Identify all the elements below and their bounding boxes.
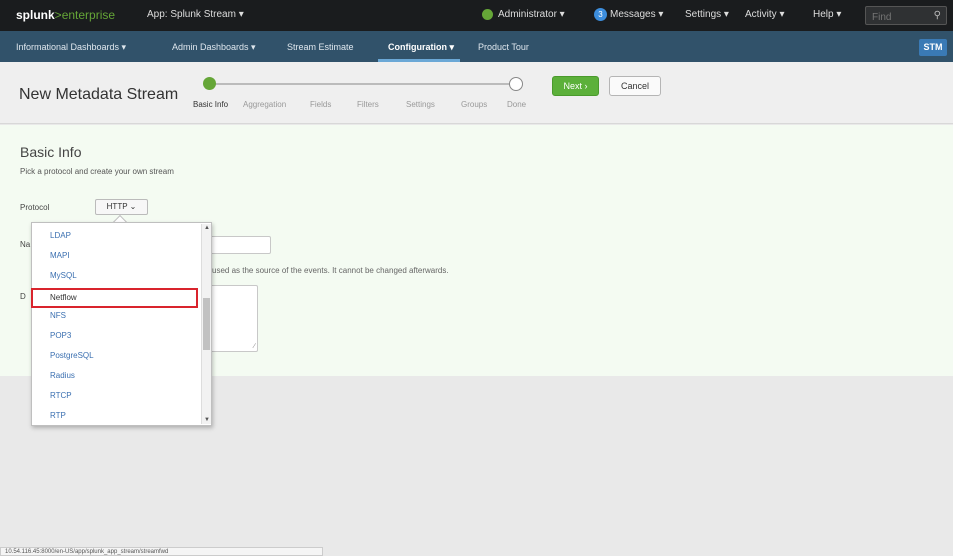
wizard-progress-line — [209, 83, 516, 85]
app-nav-bar: Informational Dashboards ▾ Admin Dashboa… — [0, 31, 953, 62]
description-field[interactable]: ∕ — [207, 285, 258, 352]
section-title: Basic Info — [20, 144, 82, 160]
dropdown-scrollbar[interactable]: ▲ ▼ — [201, 224, 211, 424]
nav-admin-dashboards[interactable]: Admin Dashboards ▾ — [172, 42, 256, 53]
nav-product-tour[interactable]: Product Tour — [478, 42, 529, 52]
messages-menu[interactable]: Messages ▾ — [610, 9, 663, 20]
protocol-dropdown-list: LDAP MAPI MySQL Netflow NFS POP3 Postgre… — [31, 222, 212, 426]
wizard-step-filters: Filters — [357, 100, 379, 109]
dropdown-item-netflow[interactable]: Netflow — [31, 288, 198, 308]
activity-menu[interactable]: Activity ▾ — [745, 9, 784, 20]
protocol-select[interactable]: HTTP ⌄ — [95, 199, 148, 215]
dropdown-item-pop3[interactable]: POP3 — [33, 326, 200, 346]
scroll-down-icon[interactable]: ▼ — [202, 417, 212, 423]
messages-count-badge: 3 — [594, 8, 607, 21]
resize-handle-icon[interactable]: ∕ — [254, 343, 255, 350]
protocol-label: Protocol — [20, 203, 50, 212]
wizard-step-done: Done — [507, 100, 527, 109]
logo-text-splunk: splunk — [16, 8, 55, 22]
dropdown-item-ldap[interactable]: LDAP — [33, 226, 200, 246]
app-menu[interactable]: App: Splunk Stream ▾ — [147, 9, 244, 20]
browser-status-url: 10.54.116.45:8000/en-US/app/splunk_app_s… — [0, 547, 323, 556]
nav-configuration[interactable]: Configuration ▾ — [388, 42, 454, 53]
wizard-step-fields: Fields — [310, 100, 332, 109]
user-status-icon — [482, 9, 493, 20]
dropdown-item-nfs[interactable]: NFS — [33, 306, 200, 326]
dropdown-item-postgresql[interactable]: PostgreSQL — [33, 346, 200, 366]
splunk-logo[interactable]: splunk>enterprise — [16, 8, 115, 22]
app-badge: STM — [919, 39, 947, 56]
nav-informational-dashboards[interactable]: Informational Dashboards ▾ — [16, 42, 126, 53]
dropdown-item-mysql[interactable]: MySQL — [33, 266, 200, 286]
dropdown-item-rtcp[interactable]: RTCP — [33, 386, 200, 406]
find-box: ⚲ — [865, 6, 947, 26]
next-button[interactable]: Next › — [552, 76, 599, 96]
name-field[interactable] — [207, 236, 271, 254]
wizard-step-settings: Settings — [406, 100, 435, 109]
logo-chevron: > — [54, 8, 62, 22]
nav-stream-estimate[interactable]: Stream Estimate — [287, 42, 354, 52]
administrator-menu[interactable]: Administrator ▾ — [498, 9, 565, 20]
settings-menu[interactable]: Settings ▾ — [685, 9, 729, 20]
wizard-header: New Metadata Stream Basic Info Aggregati… — [0, 62, 953, 124]
cancel-button[interactable]: Cancel — [609, 76, 661, 96]
top-bar: splunk>enterprise App: Splunk Stream ▾ A… — [0, 0, 953, 31]
scroll-up-icon[interactable]: ▲ — [202, 225, 212, 231]
wizard-step-groups: Groups — [461, 100, 488, 109]
name-label: Na — [20, 240, 31, 249]
dropdown-item-mapi[interactable]: MAPI — [33, 246, 200, 266]
wizard-step-done-marker — [509, 77, 523, 91]
search-icon[interactable]: ⚲ — [934, 10, 941, 21]
dropdown-item-radius[interactable]: Radius — [33, 366, 200, 386]
page-title: New Metadata Stream — [19, 86, 179, 103]
wizard-step-aggregation: Aggregation — [243, 100, 287, 109]
help-menu[interactable]: Help ▾ — [813, 9, 841, 20]
section-subtitle: Pick a protocol and create your own stre… — [20, 167, 174, 176]
logo-text-enterprise: enterprise — [61, 8, 116, 22]
wizard-step-basic-info: Basic Info — [193, 100, 229, 109]
wizard-step-current-marker — [203, 77, 216, 90]
find-input[interactable] — [866, 9, 928, 26]
name-help-text: used as the source of the events. It can… — [212, 266, 449, 275]
dropdown-item-rtp[interactable]: RTP — [33, 406, 200, 426]
description-label: D — [20, 292, 26, 301]
scrollbar-thumb[interactable] — [203, 298, 210, 350]
